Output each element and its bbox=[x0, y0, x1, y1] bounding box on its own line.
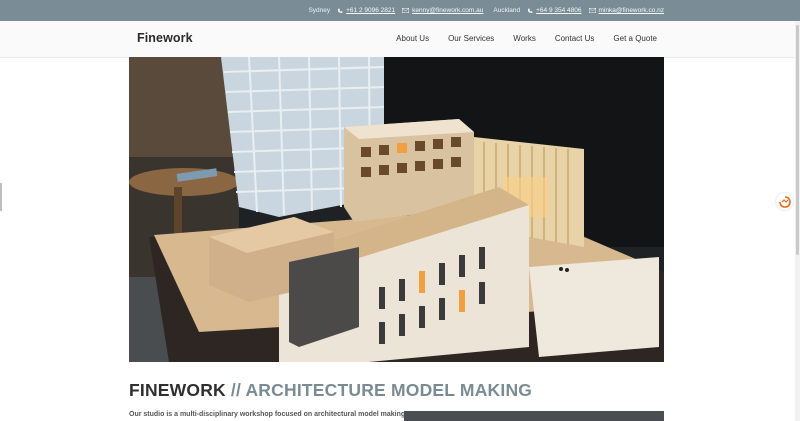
hero-image bbox=[129, 57, 664, 362]
city-label-sydney: Sydney bbox=[308, 7, 331, 14]
nav-our-services[interactable]: Our Services bbox=[448, 34, 494, 43]
email-text-sydney: kenny@finework.com.au bbox=[412, 7, 484, 14]
nav-contact-us[interactable]: Contact Us bbox=[555, 34, 595, 43]
email-text-auckland: minka@finework.co.nz bbox=[598, 7, 664, 14]
email-link-auckland[interactable]: minka@finework.co.nz bbox=[588, 7, 664, 14]
phone-icon bbox=[338, 8, 343, 13]
translate-icon-button[interactable] bbox=[776, 193, 793, 210]
phone-text-sydney: +61 2 9096 2821 bbox=[346, 7, 396, 14]
phone-icon bbox=[528, 8, 533, 13]
scrollbar-thumb[interactable] bbox=[796, 25, 799, 255]
scrollbar[interactable] bbox=[795, 21, 800, 421]
nav-about-us[interactable]: About Us bbox=[396, 34, 429, 43]
contact-group-sydney: Sydney +61 2 9096 2821 kenny@finework.co… bbox=[308, 7, 483, 14]
translate-icon bbox=[778, 195, 791, 208]
page-heading: FINEWORK // ARCHITECTURE MODEL MAKING bbox=[129, 380, 532, 401]
top-contact-bar: Sydney +61 2 9096 2821 kenny@finework.co… bbox=[0, 0, 800, 21]
left-edge-tab[interactable] bbox=[0, 183, 2, 211]
architecture-model-photo bbox=[129, 57, 664, 362]
secondary-image bbox=[404, 411, 664, 421]
nav-works[interactable]: Works bbox=[513, 34, 536, 43]
contact-group-auckland: Auckland +64 9 354 4806 minka@finework.c… bbox=[493, 7, 664, 14]
email-link-sydney[interactable]: kenny@finework.com.au bbox=[402, 7, 483, 14]
brand-logo[interactable]: Finework bbox=[137, 31, 193, 45]
city-label-auckland: Auckland bbox=[493, 7, 521, 14]
envelope-icon bbox=[588, 8, 596, 13]
main-navbar: Finework About Us Our Services Works Con… bbox=[0, 21, 800, 58]
intro-text: Our studio is a multi-disciplinary works… bbox=[129, 411, 406, 418]
phone-link-sydney[interactable]: +61 2 9096 2821 bbox=[337, 7, 395, 14]
phone-text-auckland: +64 9 354 4806 bbox=[536, 7, 582, 14]
nav-get-a-quote[interactable]: Get a Quote bbox=[613, 34, 657, 43]
phone-link-auckland[interactable]: +64 9 354 4806 bbox=[527, 7, 582, 14]
nav-menu: About Us Our Services Works Contact Us G… bbox=[396, 34, 657, 43]
heading-brand: FINEWORK bbox=[129, 380, 226, 400]
heading-subtitle: // ARCHITECTURE MODEL MAKING bbox=[225, 380, 533, 400]
envelope-icon bbox=[402, 8, 410, 13]
